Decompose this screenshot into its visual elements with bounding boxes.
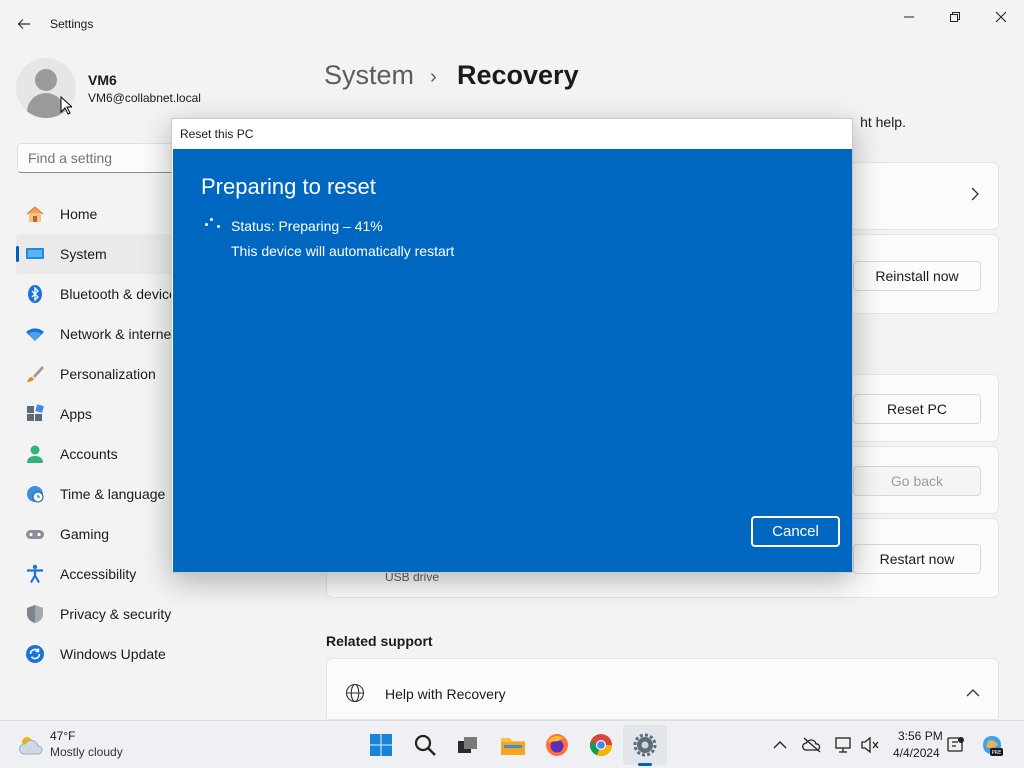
sidebar-item-label: Time & language xyxy=(60,486,166,502)
reset-pc-button[interactable]: Reset PC xyxy=(853,394,981,424)
onedrive-offline-icon[interactable] xyxy=(802,735,822,755)
brush-icon xyxy=(24,363,46,385)
dialog-body: Preparing to reset Status: Preparing – 4… xyxy=(173,149,852,572)
home-icon xyxy=(24,203,46,225)
sidebar-item-label: Windows Update xyxy=(60,646,166,662)
restart-note: This device will automatically restart xyxy=(231,243,455,259)
active-app-indicator xyxy=(638,763,652,766)
minimize-icon[interactable] xyxy=(886,4,932,30)
sidebar-item-label: Personalization xyxy=(60,366,156,382)
search-icon[interactable] xyxy=(411,731,439,759)
wifi-icon xyxy=(24,323,46,345)
sidebar-item-windows-update[interactable]: Windows Update xyxy=(16,634,296,674)
shield-icon xyxy=(24,603,46,625)
clock-globe-icon xyxy=(24,483,46,505)
chevron-right-icon xyxy=(970,187,980,204)
dialog-title: Reset this PC xyxy=(172,119,852,149)
settings-icon[interactable] xyxy=(631,731,659,759)
weather-cloud-icon[interactable] xyxy=(16,733,46,760)
sidebar-item-privacy-security[interactable]: Privacy & security xyxy=(16,594,296,634)
sidebar-item-label: Network & internet xyxy=(60,326,176,342)
user-name: VM6 xyxy=(88,72,117,88)
page-title: Recovery xyxy=(457,60,579,90)
back-arrow-icon[interactable] xyxy=(10,10,38,38)
user-email: VM6@collabnet.local xyxy=(88,91,201,105)
sidebar-item-label: Apps xyxy=(60,406,92,422)
chevron-up-icon[interactable] xyxy=(966,685,980,701)
weather-description[interactable]: Mostly cloudy xyxy=(50,745,123,759)
related-support-heading: Related support xyxy=(326,633,433,649)
globe-icon xyxy=(345,683,365,706)
firefox-icon[interactable] xyxy=(543,731,571,759)
apps-icon xyxy=(24,403,46,425)
taskbar: 47°F Mostly cloudy 3:56 PM 4/4/2024 PRE xyxy=(0,720,1024,768)
weather-temperature[interactable]: 47°F xyxy=(50,729,75,743)
mouse-pointer-icon xyxy=(60,95,74,119)
spinner-icon xyxy=(205,217,223,231)
sidebar-item-label: System xyxy=(60,246,107,262)
accounts-icon xyxy=(24,443,46,465)
sidebar-item-label: Privacy & security xyxy=(60,606,172,622)
help-with-recovery-label: Help with Recovery xyxy=(385,686,506,702)
start-icon[interactable] xyxy=(367,731,395,759)
reinstall-now-button[interactable]: Reinstall now xyxy=(853,261,981,291)
go-back-button[interactable]: Go back xyxy=(853,466,981,496)
copilot-pre-icon[interactable]: PRE xyxy=(980,733,1004,757)
chevron-up-icon[interactable] xyxy=(770,735,790,755)
bluetooth-icon xyxy=(24,283,46,305)
breadcrumb-parent[interactable]: System xyxy=(324,60,414,91)
network-icon[interactable] xyxy=(834,735,854,755)
sidebar-item-label: Bluetooth & devices xyxy=(60,286,184,302)
help-with-recovery-card[interactable]: Help with Recovery xyxy=(326,658,999,720)
update-icon xyxy=(24,643,46,665)
reset-pc-dialog: Reset this PC Preparing to reset Status:… xyxy=(171,118,853,573)
app-title: Settings xyxy=(50,17,94,31)
breadcrumb-separator: › xyxy=(430,66,437,88)
restart-now-button[interactable]: Restart now xyxy=(853,544,981,574)
system-icon xyxy=(24,243,46,265)
title-bar: Settings xyxy=(0,0,1024,48)
volume-muted-icon[interactable] xyxy=(860,735,880,755)
dialog-heading: Preparing to reset xyxy=(201,174,376,199)
sidebar-item-label: Accounts xyxy=(60,446,118,462)
cancel-button[interactable]: Cancel xyxy=(751,516,840,547)
accessibility-icon xyxy=(24,563,46,585)
sidebar-item-label: Accessibility xyxy=(60,566,137,582)
sidebar-item-label: Home xyxy=(60,206,98,222)
clock-date[interactable]: 4/4/2024 xyxy=(893,746,940,760)
sidebar-item-label: Gaming xyxy=(60,526,110,542)
clock-time[interactable]: 3:56 PM xyxy=(898,729,943,743)
close-icon[interactable] xyxy=(978,4,1024,30)
gamepad-icon xyxy=(24,523,46,545)
restore-icon[interactable] xyxy=(932,4,978,30)
chrome-icon[interactable] xyxy=(587,731,615,759)
file-explorer-icon[interactable] xyxy=(499,731,527,759)
task-view-icon[interactable] xyxy=(454,731,482,759)
notification-icon[interactable] xyxy=(946,735,966,755)
pre-badge: PRE xyxy=(992,750,1002,756)
status-text: Status: Preparing – 41% xyxy=(231,218,383,234)
